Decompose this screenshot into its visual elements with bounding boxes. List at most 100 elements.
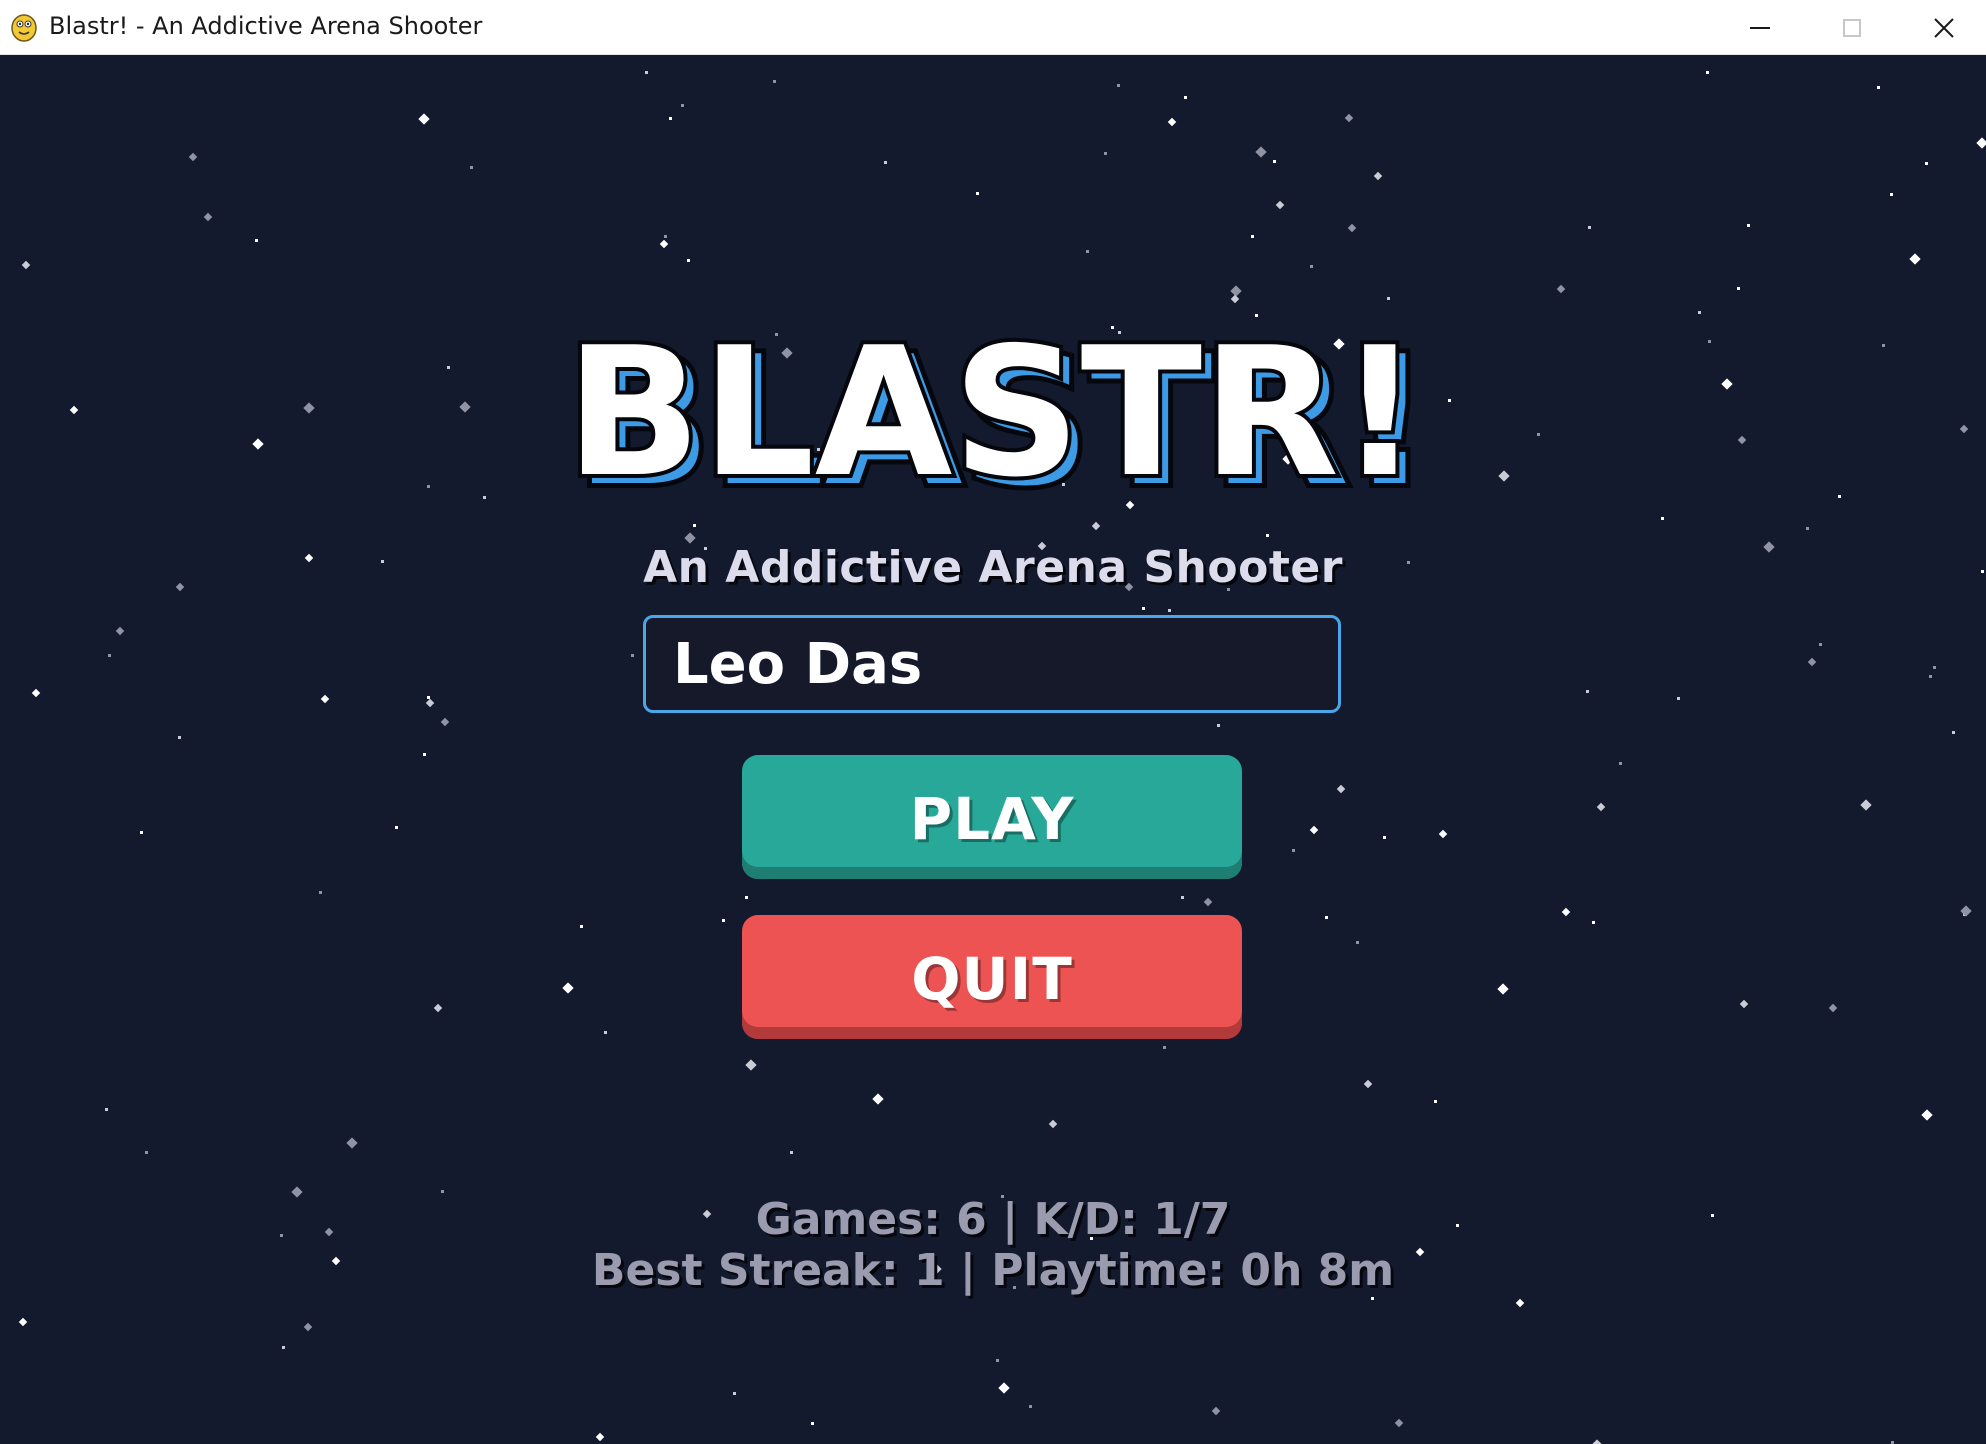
star	[745, 896, 748, 899]
star	[108, 654, 111, 657]
star	[105, 1108, 108, 1111]
star	[976, 192, 979, 195]
star	[645, 71, 648, 74]
star	[1819, 643, 1822, 646]
star	[21, 260, 31, 270]
star	[604, 1031, 607, 1034]
star	[1860, 799, 1872, 811]
star	[681, 104, 684, 107]
game-canvas: BLASTR! BLASTR! An Addictive Arena Shoot…	[0, 55, 1986, 1444]
star	[664, 235, 667, 238]
star	[580, 925, 583, 928]
star	[470, 166, 473, 169]
star	[1266, 534, 1269, 537]
star	[1561, 907, 1571, 917]
star	[1255, 146, 1267, 158]
star	[31, 688, 41, 698]
star	[631, 654, 634, 657]
star	[1394, 1418, 1404, 1428]
game-window: Blastr! - An Addictive Arena Shooter BLA…	[0, 0, 1986, 1444]
player-stats: Games: 6 | K/D: 1/7 Best Streak: 1 | Pla…	[0, 1194, 1986, 1296]
minimize-icon	[1750, 26, 1770, 29]
star	[1211, 1406, 1221, 1416]
star	[1142, 607, 1145, 610]
stats-line-streak-playtime: Best Streak: 1 | Playtime: 0h 8m	[591, 1245, 1395, 1296]
play-button[interactable]: PLAY	[742, 755, 1242, 879]
star	[145, 1151, 148, 1154]
star	[1706, 71, 1709, 74]
star	[1434, 1100, 1437, 1103]
star	[178, 736, 181, 739]
star	[733, 1392, 736, 1395]
logo-text: BLASTR!	[566, 328, 1421, 508]
maximize-button[interactable]	[1806, 0, 1898, 55]
star	[1347, 223, 1357, 233]
star	[1592, 921, 1595, 924]
star	[996, 1359, 999, 1362]
star	[1619, 762, 1622, 765]
star	[595, 1432, 605, 1442]
star	[1925, 162, 1928, 165]
star	[1890, 193, 1893, 196]
star	[1168, 609, 1171, 612]
player-name-input[interactable]	[643, 615, 1341, 713]
star	[1309, 825, 1319, 835]
star	[441, 1190, 444, 1193]
star	[303, 1322, 313, 1332]
star	[1184, 96, 1187, 99]
python-icon	[11, 14, 37, 42]
star	[1048, 1119, 1058, 1129]
star	[1217, 724, 1220, 727]
star	[1104, 152, 1107, 155]
title-bar[interactable]: Blastr! - An Addictive Arena Shooter	[0, 0, 1986, 55]
star	[872, 1093, 884, 1105]
quit-button-label: QUIT	[911, 945, 1073, 1013]
star	[1976, 137, 1986, 149]
star	[433, 1003, 443, 1013]
star	[423, 753, 426, 756]
star	[687, 259, 690, 262]
star	[1203, 897, 1213, 907]
star	[1921, 1109, 1933, 1121]
star	[745, 1059, 757, 1071]
star	[998, 1382, 1010, 1394]
star	[188, 152, 198, 162]
star	[1310, 265, 1313, 268]
star	[282, 1346, 285, 1349]
star	[1344, 113, 1354, 123]
star	[1747, 224, 1750, 227]
star	[1373, 171, 1383, 181]
star	[1383, 836, 1386, 839]
star	[1737, 287, 1740, 290]
star	[18, 1317, 28, 1327]
star	[1438, 829, 1448, 839]
quit-button[interactable]: QUIT	[742, 915, 1242, 1039]
close-icon	[1934, 17, 1954, 38]
star	[1230, 294, 1240, 304]
star	[115, 626, 125, 636]
star	[1086, 250, 1089, 253]
star	[1371, 1297, 1374, 1300]
star	[1515, 1298, 1525, 1308]
star	[1336, 784, 1346, 794]
star	[1255, 314, 1258, 317]
star	[1325, 916, 1328, 919]
star	[255, 239, 258, 242]
close-button[interactable]	[1898, 0, 1986, 55]
star	[1230, 285, 1242, 297]
star	[1251, 235, 1254, 238]
star	[884, 161, 887, 164]
star	[1828, 1003, 1838, 1013]
star	[1739, 999, 1749, 1009]
minimize-button[interactable]	[1714, 0, 1806, 55]
star	[418, 113, 430, 125]
star	[1661, 517, 1664, 520]
star	[1933, 666, 1936, 669]
star	[1909, 253, 1921, 265]
star	[320, 694, 330, 704]
star	[1591, 1439, 1603, 1444]
star	[1960, 905, 1972, 917]
star	[1698, 311, 1701, 314]
star	[1363, 1079, 1373, 1089]
star	[659, 239, 669, 249]
